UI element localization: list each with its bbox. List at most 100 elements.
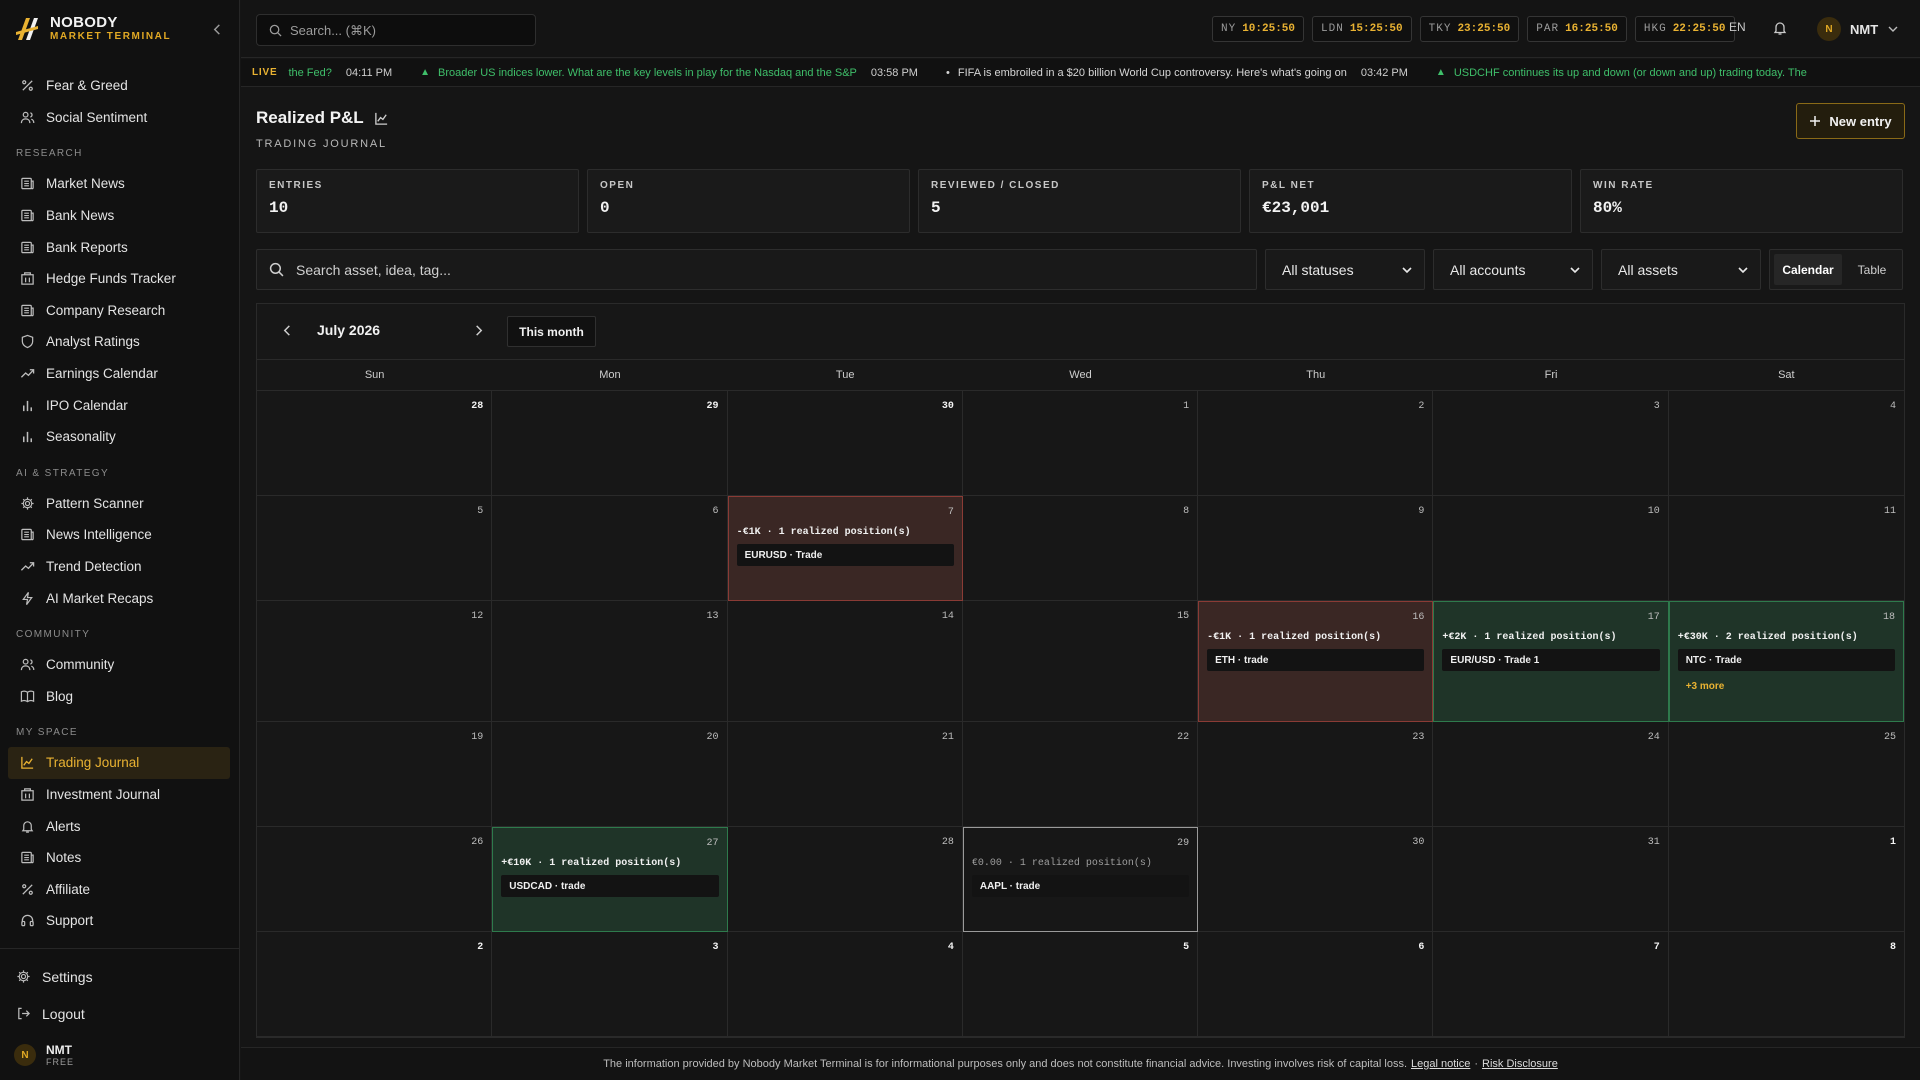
journal-search-input[interactable] (296, 261, 1196, 278)
sidebar-item-alerts[interactable]: Alerts (0, 810, 240, 842)
calendar-day[interactable]: 5 (257, 496, 493, 601)
calendar-day[interactable]: 7 (1433, 932, 1669, 1037)
calendar-day[interactable]: 30 (727, 391, 963, 496)
view-calendar-button[interactable]: Calendar (1774, 254, 1842, 285)
sidebar-item-blog[interactable]: Blog (0, 681, 240, 713)
calendar-day[interactable]: 9 (1198, 496, 1434, 601)
sidebar-item-investment-journal[interactable]: Investment Journal (0, 779, 240, 811)
sidebar-item-bank-reports[interactable]: Bank Reports (0, 231, 240, 263)
new-entry-button[interactable]: New entry (1796, 103, 1905, 139)
global-search[interactable] (256, 14, 536, 46)
calendar-day[interactable]: 14 (727, 601, 963, 722)
prev-month-button[interactable] (277, 320, 297, 340)
settings-button[interactable]: Settings (0, 958, 240, 995)
calendar-day[interactable]: 2 (1198, 391, 1434, 496)
ticker-item[interactable]: ▲ USDCHF continues its up and down (or do… (1436, 67, 1807, 79)
sidebar-item-market-news[interactable]: Market News (0, 168, 240, 200)
this-month-button[interactable]: This month (507, 316, 596, 347)
sidebar-item-affiliate[interactable]: Affiliate (0, 873, 240, 905)
calendar-day[interactable]: 1 (962, 391, 1199, 496)
sidebar-item-pattern-scanner[interactable]: Pattern Scanner (0, 488, 240, 520)
calendar-day-with-trades[interactable]: 27 +€10K · 1 realized position(s) USDCAD ·… (492, 827, 728, 932)
sidebar-item-hedge-funds-tracker[interactable]: Hedge Funds Tracker (0, 263, 240, 295)
sidebar-item-community[interactable]: Community (0, 649, 240, 681)
brand-logo[interactable]: NOBODY MARKET TERMINAL (14, 14, 171, 44)
sidebar-item-trend-detection[interactable]: Trend Detection (0, 551, 240, 583)
calendar-day-with-trades[interactable]: 29 €0.00 · 1 realized position(s) AAPL · t… (962, 827, 1199, 932)
calendar-day[interactable]: 22 (962, 722, 1199, 827)
trade-chip[interactable]: USDCAD · trade (501, 875, 719, 897)
calendar-day-with-trades[interactable]: 16 -€1K · 1 realized position(s) ETH · tra… (1198, 601, 1434, 722)
calendar-day[interactable]: 4 (727, 932, 963, 1037)
journal-search[interactable] (256, 249, 1257, 290)
calendar-day[interactable]: 4 (1668, 391, 1904, 496)
sidebar-item-company-research[interactable]: Company Research (0, 295, 240, 327)
calendar-day[interactable]: 2 (257, 932, 493, 1037)
ticker-item[interactable]: ▲ Broader US indices lower. What are the … (420, 67, 918, 79)
calendar-day[interactable]: 1 (1668, 827, 1904, 932)
sidebar-item-support[interactable]: Support (0, 905, 240, 937)
calendar-day[interactable]: 21 (727, 722, 963, 827)
trade-chip[interactable]: ETH · trade (1207, 649, 1425, 671)
sidebar-item-analyst-ratings[interactable]: Analyst Ratings (0, 326, 240, 358)
sidebar-item-social-sentiment[interactable]: Social Sentiment (0, 102, 240, 134)
asset-select[interactable]: All assets (1601, 249, 1761, 290)
trade-chip[interactable]: AAPL · trade (971, 875, 1190, 897)
sidebar-item-notes[interactable]: Notes (0, 842, 240, 874)
calendar-day[interactable]: 10 (1433, 496, 1669, 601)
global-search-input[interactable] (290, 22, 510, 38)
more-trades-link[interactable]: +3 more (1686, 681, 1725, 692)
next-month-button[interactable] (468, 320, 488, 340)
calendar-day[interactable]: 6 (492, 496, 728, 601)
calendar-day-with-trades[interactable]: 18 +€30K · 2 realized position(s) NTC · Tr… (1668, 601, 1904, 722)
calendar-day[interactable]: 28 (257, 391, 493, 496)
calendar-day[interactable]: 5 (962, 932, 1199, 1037)
sidebar-item-trading-journal[interactable]: Trading Journal (8, 747, 230, 779)
calendar-day[interactable]: 13 (492, 601, 728, 722)
sidebar-item-bank-news[interactable]: Bank News (0, 200, 240, 232)
legal-notice-link[interactable]: Legal notice (1411, 1058, 1470, 1070)
calendar-day-with-trades[interactable]: 17 +€2K · 1 realized position(s) EUR/USD ·… (1433, 601, 1669, 722)
sidebar-item-seasonality[interactable]: Seasonality (0, 421, 240, 453)
calendar-day[interactable]: 26 (257, 827, 493, 932)
risk-disclosure-link[interactable]: Risk Disclosure (1482, 1058, 1558, 1070)
calendar-day[interactable]: 3 (492, 932, 728, 1037)
calendar-day[interactable]: 30 (1198, 827, 1434, 932)
calendar-day[interactable]: 12 (257, 601, 493, 722)
calendar-day[interactable]: 8 (1668, 932, 1904, 1037)
trade-chip[interactable]: EURUSD · Trade (736, 544, 954, 566)
sidebar-item-news-intelligence[interactable]: News Intelligence (0, 519, 240, 551)
calendar-day[interactable]: 20 (492, 722, 728, 827)
logout-button[interactable]: Logout (0, 995, 240, 1032)
sidebar-item-earnings-calendar[interactable]: Earnings Calendar (0, 358, 240, 390)
collapse-sidebar-button[interactable] (208, 20, 226, 38)
trade-chip[interactable]: NTC · Trade (1677, 649, 1895, 671)
language-selector[interactable]: EN (1729, 20, 1746, 34)
calendar-day[interactable]: 24 (1433, 722, 1669, 827)
calendar-day-with-trades[interactable]: 7 -€1K · 1 realized position(s) EURUSD · T… (727, 496, 963, 601)
ticker-item[interactable]: • FIFA is embroiled in a $20 billion Worl… (946, 67, 1408, 79)
calendar-day[interactable]: 11 (1668, 496, 1904, 601)
calendar-day[interactable]: 23 (1198, 722, 1434, 827)
user-menu[interactable]: N NMT (1817, 17, 1899, 41)
calendar-day[interactable]: 29 (492, 391, 728, 496)
sidebar-item-ai-market-recaps[interactable]: AI Market Recaps (0, 582, 240, 614)
calendar-day[interactable]: 6 (1198, 932, 1434, 1037)
account-select[interactable]: All accounts (1433, 249, 1593, 290)
calendar-day[interactable]: 28 (727, 827, 963, 932)
trade-chip[interactable]: EUR/USD · Trade 1 (1442, 649, 1660, 671)
sidebar-item-fear-greed[interactable]: Fear & Greed (0, 70, 240, 102)
sidebar-item-ipo-calendar[interactable]: IPO Calendar (0, 389, 240, 421)
calendar-day[interactable]: 25 (1668, 722, 1904, 827)
calendar-day[interactable]: 8 (962, 496, 1199, 601)
stat-label: ENTRIES (269, 180, 323, 191)
calendar-day[interactable]: 3 (1433, 391, 1669, 496)
ticker-item[interactable]: the Fed? 04:11 PM (288, 67, 392, 79)
notifications-button[interactable] (1772, 20, 1788, 36)
calendar-day[interactable]: 15 (962, 601, 1199, 722)
calendar-day[interactable]: 31 (1433, 827, 1669, 932)
view-table-button[interactable]: Table (1846, 254, 1898, 285)
status-select[interactable]: All statuses (1265, 249, 1425, 290)
sidebar-user[interactable]: N NMT FREE (14, 1043, 74, 1067)
calendar-day[interactable]: 19 (257, 722, 493, 827)
